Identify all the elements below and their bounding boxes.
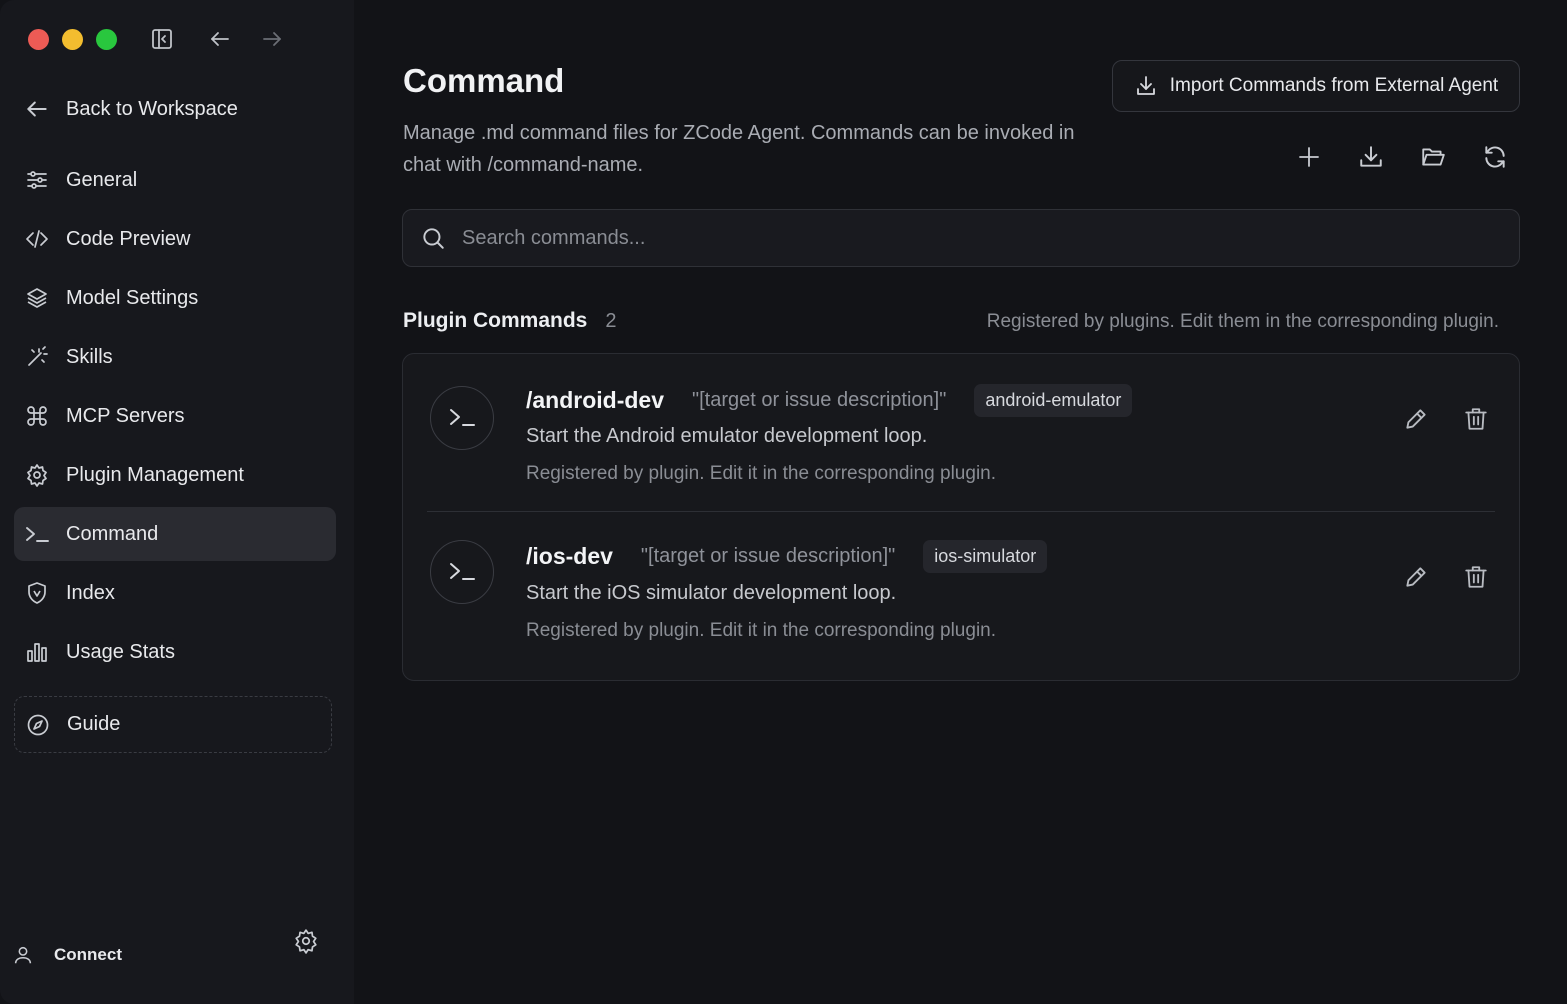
close-window-button[interactable]	[28, 29, 49, 50]
sidebar-item-label: Skills	[66, 345, 113, 368]
sidebar-item-label: Command	[66, 522, 159, 545]
maximize-window-button[interactable]	[96, 29, 117, 50]
main-panel: Command Manage .md command files for ZCo…	[354, 0, 1567, 1004]
command-row[interactable]: /android-dev "[target or issue descripti…	[403, 354, 1519, 512]
sliders-icon	[24, 167, 50, 193]
download-icon	[1134, 74, 1158, 98]
page-title: Command	[403, 62, 565, 99]
sidebar-item-label: Code Preview	[66, 227, 191, 250]
trash-icon	[1463, 564, 1489, 590]
row-actions	[1403, 406, 1489, 432]
compass-icon	[25, 712, 51, 738]
sidebar-item-code-preview[interactable]: Code Preview	[14, 212, 336, 266]
guide-button[interactable]: Guide	[14, 696, 332, 753]
sidebar-item-command[interactable]: Command	[14, 507, 336, 561]
command-key-icon	[24, 403, 50, 429]
trash-icon	[1463, 406, 1489, 432]
open-folder-button[interactable]	[1419, 143, 1447, 171]
sidebar-item-label: General	[66, 168, 138, 191]
delete-button[interactable]	[1463, 564, 1489, 590]
sidebar-item-general[interactable]: General	[14, 153, 336, 207]
sidebar: Back to Workspace General Code Preview M…	[0, 0, 354, 1004]
connect-label: Connect	[54, 945, 122, 964]
sidebar-item-label: MCP Servers	[66, 404, 185, 427]
sidebar-item-usage-stats[interactable]: Usage Stats	[14, 625, 336, 679]
layers-icon	[24, 285, 50, 311]
import-commands-button[interactable]: Import Commands from External Agent	[1112, 60, 1520, 112]
sidebar-item-label: Index	[66, 581, 115, 604]
refresh-button[interactable]	[1481, 143, 1509, 171]
minimize-window-button[interactable]	[62, 29, 83, 50]
delete-button[interactable]	[1463, 406, 1489, 432]
connect-button[interactable]: Connect	[12, 944, 122, 966]
sidebar-item-label: Usage Stats	[66, 640, 175, 663]
refresh-icon	[1482, 144, 1508, 170]
sidebar-item-plugin-management[interactable]: Plugin Management	[14, 448, 336, 502]
terminal-icon	[24, 521, 50, 547]
edit-button[interactable]	[1403, 406, 1429, 432]
command-header: /android-dev "[target or issue descripti…	[526, 384, 1133, 417]
section-note: Registered by plugins. Edit them in the …	[986, 311, 1499, 332]
sidebar-item-mcp-servers[interactable]: MCP Servers	[14, 389, 336, 443]
sidebar-item-label: Model Settings	[66, 286, 199, 309]
shield-icon	[24, 580, 50, 606]
terminal-icon	[430, 386, 494, 450]
code-icon	[24, 226, 50, 252]
back-arrow-icon[interactable]	[208, 27, 232, 51]
terminal-icon	[430, 540, 494, 604]
download-command-button[interactable]	[1357, 143, 1385, 171]
search-input[interactable]	[460, 225, 1464, 251]
command-description: Start the Android emulator development l…	[526, 425, 928, 447]
pencil-icon	[1403, 406, 1429, 432]
add-command-button[interactable]	[1295, 143, 1323, 171]
row-actions	[1403, 564, 1489, 590]
sidebar-item-index[interactable]: Index	[14, 566, 336, 620]
section-title: Plugin Commands	[403, 309, 588, 332]
command-note: Registered by plugin. Edit it in the cor…	[526, 620, 997, 641]
pencil-icon	[1403, 564, 1429, 590]
search-icon	[420, 225, 446, 251]
page-description: Manage .md command files for ZCode Agent…	[403, 122, 1075, 176]
sidebar-item-model-settings[interactable]: Model Settings	[14, 271, 336, 325]
guide-label: Guide	[67, 713, 121, 735]
plus-icon	[1297, 145, 1321, 169]
settings-gear-icon[interactable]	[293, 928, 319, 954]
user-icon	[12, 944, 34, 966]
command-description: Start the iOS simulator development loop…	[526, 582, 897, 604]
command-args: "[target or issue description]"	[692, 389, 947, 411]
command-name: /android-dev	[526, 387, 665, 413]
command-name: /ios-dev	[526, 543, 613, 569]
section-header: Plugin Commands 2	[403, 309, 616, 333]
window-controls	[28, 29, 117, 50]
command-args: "[target or issue description]"	[640, 545, 896, 567]
plugin-commands-card: /android-dev "[target or issue descripti…	[402, 353, 1520, 681]
folder-open-icon	[1420, 144, 1446, 170]
command-note: Registered by plugin. Edit it in the cor…	[526, 463, 997, 484]
edit-button[interactable]	[1403, 564, 1429, 590]
command-toolbar	[1295, 143, 1509, 171]
section-count: 2	[605, 310, 617, 332]
sidebar-item-skills[interactable]: Skills	[14, 330, 336, 384]
toggle-sidebar-icon[interactable]	[150, 27, 174, 51]
command-header: /ios-dev "[target or issue description]"…	[526, 540, 1048, 573]
import-commands-label: Import Commands from External Agent	[1169, 75, 1499, 96]
forward-arrow-icon[interactable]	[260, 27, 284, 51]
bar-chart-icon	[24, 639, 50, 665]
settings-nav: General Code Preview Model Settings Skil…	[14, 153, 336, 684]
download-icon	[1358, 144, 1384, 170]
arrow-left-icon	[24, 96, 50, 122]
plugin-tag: android-emulator	[974, 384, 1133, 417]
sidebar-item-label: Plugin Management	[66, 463, 244, 486]
plugin-tag: ios-simulator	[923, 540, 1048, 573]
command-row[interactable]: /ios-dev "[target or issue description]"…	[403, 512, 1519, 670]
search-bar	[402, 209, 1520, 267]
magic-wand-icon	[24, 344, 50, 370]
gear-icon	[24, 462, 50, 488]
back-to-workspace-link[interactable]: Back to Workspace	[24, 96, 238, 122]
back-to-workspace-label: Back to Workspace	[66, 97, 238, 120]
